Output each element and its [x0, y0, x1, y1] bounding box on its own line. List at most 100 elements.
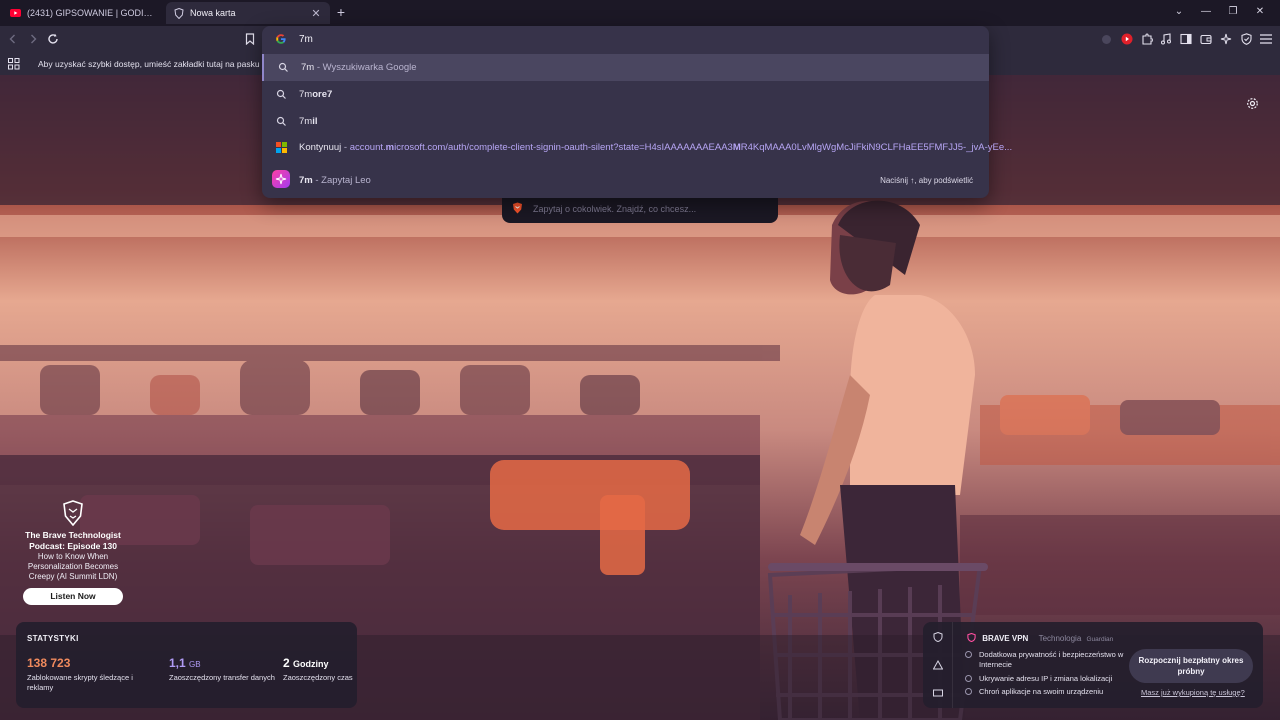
suggestion-query: 7m	[301, 62, 315, 73]
back-button[interactable]	[6, 32, 20, 46]
extensions-button[interactable]	[1140, 32, 1154, 46]
restore-button[interactable]: ❐	[1226, 5, 1240, 19]
address-input[interactable]: 7m	[299, 34, 313, 45]
vpn-feature-text: Dodatkowa prywatność i bezpieczeństwo w …	[979, 650, 1124, 669]
vpn-logo-icon	[967, 632, 976, 643]
address-bar[interactable]: 7m	[262, 26, 989, 53]
suggestion-microsoft-history[interactable]: Kontynuuj - account.microsoft.com/auth/c…	[262, 134, 1012, 161]
hamburger-icon	[1260, 34, 1272, 44]
tab-new-tab[interactable]: Nowa karta ✕	[166, 2, 330, 24]
guardian-logo: Guardian	[1086, 636, 1114, 643]
suggestion-completion: il	[312, 116, 318, 127]
brave-shield-icon	[174, 7, 184, 19]
brave-shields-button[interactable]	[1099, 32, 1113, 46]
suggestion-ask-leo[interactable]: 7m - Zapytaj Leo Naciśnij ↑, aby podświe…	[262, 167, 989, 194]
suggestion-url-match-2: M	[732, 142, 741, 153]
already-purchased-link[interactable]: Masz już wykupioną tę usługę?	[1141, 688, 1245, 697]
omnibox-dropdown: 7m 7m - Wyszukiwarka Google 7more7 7mil …	[262, 26, 1012, 198]
stat-value: 1,1	[169, 656, 186, 670]
suggestion-source: - Zapytaj Leo	[312, 175, 371, 186]
suggestion-typed: 7m	[299, 89, 313, 100]
new-tab-button[interactable]: +	[334, 5, 348, 19]
suggestion-source: - Wyszukiwarka Google	[314, 62, 417, 73]
suggestion-query: 7m	[299, 175, 313, 186]
stat-value: 138 723	[27, 656, 71, 670]
youtube-extension-button[interactable]	[1120, 32, 1134, 46]
google-icon	[276, 34, 286, 44]
brave-lion-icon	[513, 202, 522, 214]
sidebar-icon	[1180, 33, 1192, 45]
close-tab-icon[interactable]: ✕	[310, 7, 322, 20]
reload-button[interactable]	[46, 32, 60, 46]
stat-bandwidth: 1,1 GB Zaoszczędzony transfer danych	[169, 656, 279, 683]
listen-now-button[interactable]: Listen Now	[23, 588, 123, 605]
apps-grid-icon[interactable]	[8, 58, 20, 70]
suggestion-title: Kontynuuj	[299, 142, 342, 153]
microsoft-icon	[276, 142, 287, 153]
podcast-subtitle: How to Know When Personalization Becomes…	[27, 552, 119, 581]
start-trial-button[interactable]: Rozpocznij bezpłatny okres próbny	[1129, 649, 1253, 683]
vpn-title: BRAVE VPN	[982, 634, 1029, 643]
suggestion-url-end: R4KqMAAA0LvMlgWgMcJiFkiN9CLFHaEE5FMFJJ5-…	[740, 142, 1013, 153]
sidebar-button[interactable]	[1179, 32, 1193, 46]
tab-title: (2431) GIPSOWANIE | GODIEZ OGL...	[27, 8, 158, 18]
wallet-button[interactable]	[1199, 32, 1213, 46]
gear-icon	[1247, 98, 1258, 109]
stats-title: STATYSTYKI	[27, 634, 79, 643]
media-button[interactable]	[1159, 32, 1173, 46]
search-icon	[278, 62, 288, 72]
customize-button[interactable]	[1246, 97, 1259, 110]
reload-icon	[48, 33, 58, 44]
minimize-button[interactable]: —	[1199, 5, 1213, 19]
ntp-search-box[interactable]: Zapytaj o cokolwiek. Znajdź, co chcesz..…	[502, 195, 778, 223]
stat-unit: Godziny	[293, 659, 329, 669]
card-icon[interactable]	[933, 688, 943, 698]
youtube-icon	[10, 9, 21, 17]
shield-check-icon	[1240, 33, 1252, 45]
arrow-right-icon	[31, 34, 37, 44]
tab-title: Nowa karta	[190, 8, 236, 18]
leo-ai-button[interactable]	[1219, 32, 1233, 46]
vpn-feature: Dodatkowa prywatność i bezpieczeństwo w …	[965, 650, 1125, 670]
stat-trackers: 138 723 Zablokowane skrypty śledzące i r…	[27, 656, 137, 693]
ntp-search-placeholder: Zapytaj o cokolwiek. Znajdź, co chcesz..…	[533, 204, 697, 214]
vpn-feature: Chroń aplikacje na swoim urządzeniu	[965, 687, 1125, 697]
warning-icon[interactable]	[933, 660, 943, 670]
stat-description: Zablokowane skrypty śledzące i reklamy	[27, 673, 133, 692]
stat-description: Zaoszczędzony czas	[283, 673, 353, 682]
stat-description: Zaoszczędzony transfer danych	[169, 673, 275, 682]
brave-lion-logo	[63, 500, 83, 526]
puzzle-icon	[1142, 33, 1153, 45]
tab-strip: (2431) GIPSOWANIE | GODIEZ OGL... Nowa k…	[0, 0, 1280, 26]
suggestion-url-middle: icrosoft.com/auth/complete-client-signin…	[394, 142, 733, 153]
stat-unit: GB	[189, 660, 201, 669]
suggestion-completion: ore7	[312, 89, 333, 100]
stat-value: 2	[283, 656, 290, 670]
vpn-header: BRAVE VPN Technologia Guardian	[967, 632, 1114, 643]
leo-icon	[272, 170, 290, 188]
vpn-shield-icon[interactable]	[933, 632, 943, 642]
chevron-down-icon[interactable]: ⌄	[1172, 5, 1186, 19]
youtube-ext-icon	[1121, 33, 1133, 45]
menu-button[interactable]	[1259, 32, 1273, 46]
forward-button[interactable]	[26, 32, 40, 46]
vpn-feature: Ukrywanie adresu IP i zmiana lokalizacji	[965, 674, 1125, 684]
vpn-button[interactable]	[1239, 32, 1253, 46]
search-icon	[276, 89, 286, 99]
bookmark-button[interactable]	[243, 32, 257, 46]
stat-time: 2 Godziny Zaoszczędzony czas	[283, 656, 353, 683]
check-circle-icon	[965, 651, 972, 658]
wallet-icon	[1200, 34, 1212, 45]
suggestion-separator: -	[341, 142, 350, 153]
podcast-title: The Brave Technologist Podcast: Episode …	[25, 530, 121, 551]
suggestion-typed: 7m	[299, 116, 313, 127]
stats-widget: STATYSTYKI 138 723 Zablokowane skrypty ś…	[16, 622, 357, 708]
arrow-left-icon	[9, 34, 15, 44]
suggestion-7mil[interactable]: 7mil	[262, 108, 989, 135]
music-note-icon	[1161, 33, 1171, 45]
close-window-button[interactable]: ✕	[1253, 5, 1267, 19]
suggestion-7more7[interactable]: 7more7	[262, 81, 989, 108]
tab-youtube[interactable]: (2431) GIPSOWANIE | GODIEZ OGL...	[2, 2, 166, 24]
suggestion-google-search[interactable]: 7m - Wyszukiwarka Google	[262, 54, 989, 81]
suggestion-url-match: m	[385, 142, 395, 153]
